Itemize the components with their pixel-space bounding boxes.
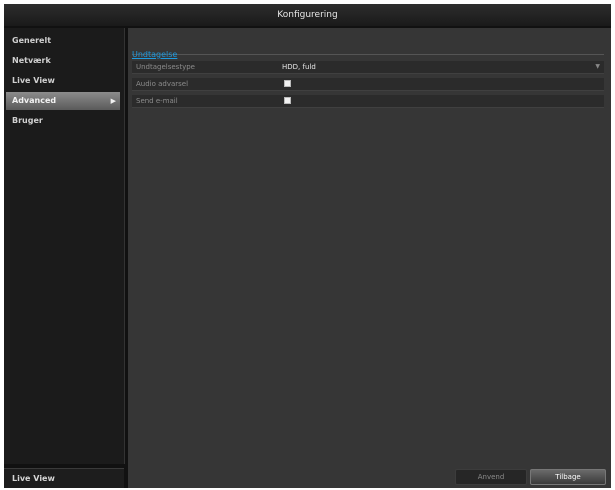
exception-type-row[interactable]: Undtagelsestype HDD, fuld ▼ bbox=[132, 61, 604, 74]
send-email-row: Send e-mail bbox=[132, 95, 604, 108]
live-view-button[interactable]: Live View bbox=[4, 468, 124, 488]
section-title: Undtagelse bbox=[132, 42, 604, 59]
chevron-down-icon[interactable]: ▼ bbox=[595, 61, 600, 73]
chevron-right-icon: ▶ bbox=[110, 97, 116, 105]
window-title: Konfigurering bbox=[4, 4, 611, 26]
sidebar-item-live-view[interactable]: Live View bbox=[6, 72, 120, 90]
sidebar-item-user[interactable]: Bruger bbox=[6, 112, 120, 130]
sidebar: Generelt Netværk Live View Advanced ▶ Br… bbox=[4, 28, 125, 464]
audio-warning-row: Audio advarsel bbox=[132, 78, 604, 91]
content-panel: Undtagelse Undtagelsestype HDD, fuld ▼ A… bbox=[128, 28, 611, 488]
sidebar-item-general[interactable]: Generelt bbox=[6, 32, 120, 50]
config-window: Konfigurering Generelt Netværk Live View… bbox=[4, 4, 611, 488]
sidebar-item-advanced[interactable]: Advanced ▶ bbox=[6, 92, 120, 110]
audio-warning-label: Audio advarsel bbox=[136, 80, 189, 88]
audio-warning-checkbox[interactable] bbox=[284, 80, 291, 87]
exception-type-label: Undtagelsestype bbox=[136, 63, 195, 71]
apply-button[interactable]: Anvend bbox=[455, 469, 527, 485]
section-title-text: Undtagelse bbox=[132, 50, 178, 59]
send-email-checkbox[interactable] bbox=[284, 97, 291, 104]
exception-type-select[interactable]: HDD, fuld bbox=[282, 61, 316, 73]
sidebar-item-network[interactable]: Netværk bbox=[6, 52, 120, 70]
send-email-label: Send e-mail bbox=[136, 97, 178, 105]
back-button[interactable]: Tilbage bbox=[530, 469, 606, 485]
sidebar-item-label: Advanced bbox=[12, 96, 57, 105]
